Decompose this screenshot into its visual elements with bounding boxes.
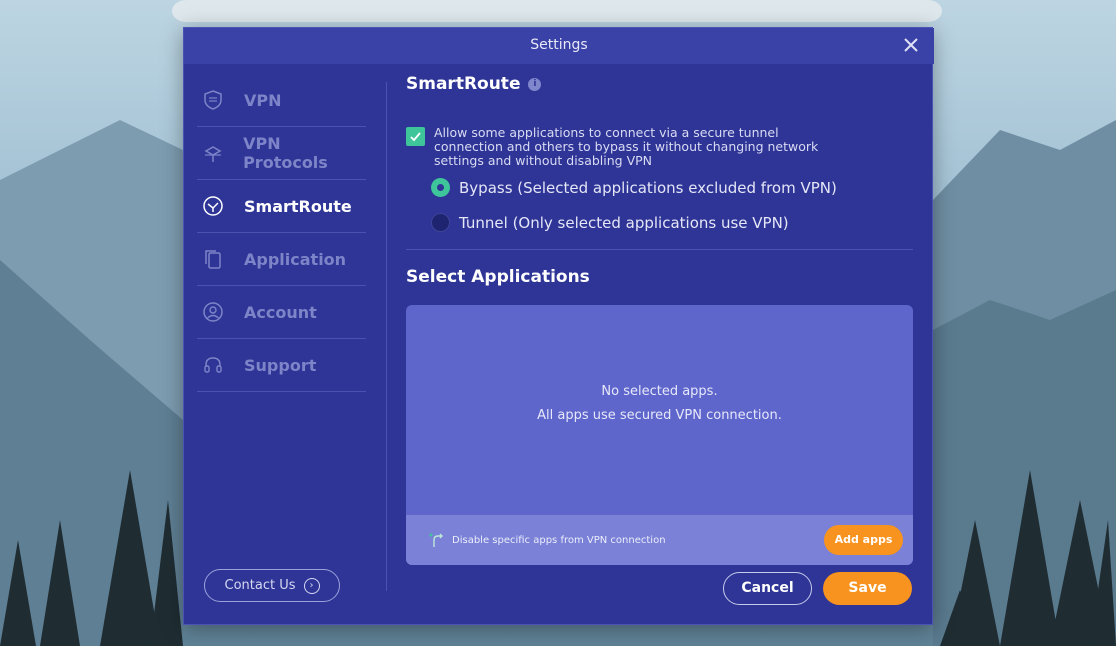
empty-state-title: No selected apps. bbox=[601, 384, 718, 399]
select-applications-title: Select Applications bbox=[406, 267, 590, 287]
sidebar-item-smartroute[interactable]: SmartRoute bbox=[197, 180, 366, 233]
settings-dialog: Settings VPN VPN Protocols SmartRoute Ap… bbox=[183, 27, 934, 625]
radio-bypass[interactable]: Bypass (Selected applications excluded f… bbox=[431, 178, 837, 197]
footer-hint: Disable specific apps from VPN connectio… bbox=[428, 531, 666, 549]
radio-label: Tunnel (Only selected applications use V… bbox=[459, 213, 789, 232]
shield-icon bbox=[201, 88, 225, 112]
sidebar-item-label: Account bbox=[244, 302, 317, 322]
application-icon bbox=[201, 247, 225, 271]
sidebar: VPN VPN Protocols SmartRoute Application… bbox=[197, 74, 366, 392]
checkbox-label: Allow some applications to connect via a… bbox=[434, 125, 819, 168]
sidebar-item-vpn-protocols[interactable]: VPN Protocols bbox=[197, 127, 366, 180]
radio-selected-icon bbox=[431, 178, 450, 197]
protocol-icon bbox=[201, 141, 224, 165]
applications-footer: Disable specific apps from VPN connectio… bbox=[406, 515, 913, 565]
smartroute-checkbox[interactable] bbox=[406, 127, 425, 146]
title-bar: Settings bbox=[184, 28, 934, 64]
dialog-title: Settings bbox=[530, 37, 588, 53]
sidebar-item-account[interactable]: Account bbox=[197, 286, 366, 339]
sidebar-item-label: VPN bbox=[244, 90, 282, 110]
sidebar-item-label: VPN Protocols bbox=[243, 134, 328, 172]
applications-list: No selected apps. All apps use secured V… bbox=[406, 305, 913, 565]
chevron-right-icon: › bbox=[303, 577, 320, 594]
close-icon bbox=[904, 38, 918, 52]
save-button[interactable]: Save bbox=[823, 572, 912, 605]
empty-state-subtitle: All apps use secured VPN connection. bbox=[537, 408, 782, 423]
footer-hint-text: Disable specific apps from VPN connectio… bbox=[452, 534, 666, 546]
contact-us-label: Contact Us bbox=[224, 578, 296, 593]
smartroute-icon bbox=[201, 194, 225, 218]
sidebar-divider bbox=[386, 82, 387, 591]
section-divider bbox=[406, 249, 913, 250]
sidebar-item-label: Support bbox=[244, 355, 317, 375]
sidebar-item-label: Application bbox=[244, 249, 347, 269]
radio-label: Bypass (Selected applications excluded f… bbox=[459, 178, 837, 197]
radio-tunnel[interactable]: Tunnel (Only selected applications use V… bbox=[431, 213, 789, 232]
smartroute-toggle: Allow some applications to connect via a… bbox=[406, 126, 836, 168]
smartroute-panel: SmartRoute i Allow some applications to … bbox=[406, 74, 913, 565]
account-icon bbox=[201, 300, 225, 324]
checkmark-icon bbox=[410, 132, 421, 142]
route-icon bbox=[429, 533, 443, 547]
section-header: SmartRoute i bbox=[406, 74, 913, 94]
sidebar-item-vpn[interactable]: VPN bbox=[197, 74, 366, 127]
sidebar-item-support[interactable]: Support bbox=[197, 339, 366, 392]
add-apps-button[interactable]: Add apps bbox=[824, 525, 903, 555]
headset-icon bbox=[201, 353, 225, 377]
radio-unselected-icon bbox=[431, 213, 450, 232]
sidebar-item-label: SmartRoute bbox=[244, 196, 352, 216]
contact-us-button[interactable]: Contact Us › bbox=[204, 569, 340, 602]
cancel-button[interactable]: Cancel bbox=[723, 572, 812, 605]
sidebar-item-application[interactable]: Application bbox=[197, 233, 366, 286]
close-button[interactable] bbox=[902, 36, 920, 54]
info-icon[interactable]: i bbox=[528, 77, 542, 91]
page-title: SmartRoute bbox=[406, 74, 521, 94]
